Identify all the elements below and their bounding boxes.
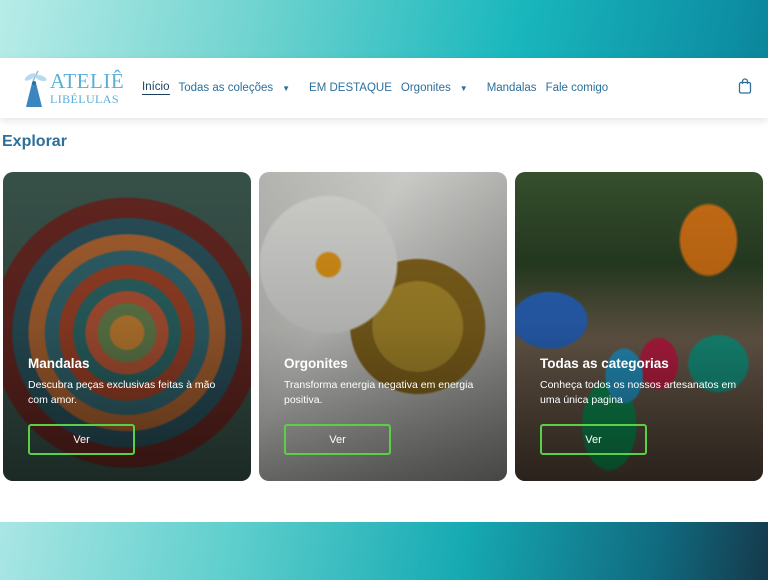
card-description: Transforma energia negativa em energia p… xyxy=(284,379,474,406)
logo-line-2: LIBÉLULAS xyxy=(50,92,119,106)
category-cards: Mandalas Descubra peças exclusivas feita… xyxy=(3,172,763,481)
card-content: Orgonites Transforma energia negativa em… xyxy=(284,356,484,408)
card-title: Orgonites xyxy=(284,356,348,371)
card-todas-categorias[interactable]: Todas as categorias Conheça todos os nos… xyxy=(515,172,763,481)
nav-item-inicio[interactable]: Início xyxy=(142,81,170,95)
nav-item-em-destaque[interactable]: EM DESTAQUE xyxy=(309,82,392,94)
ver-todas-categorias-button[interactable]: Ver xyxy=(540,424,647,455)
nav-item-todas-colecoes[interactable]: Todas as coleções ▼ xyxy=(179,82,301,94)
section-title: Explorar xyxy=(2,133,67,150)
ver-mandalas-button[interactable]: Ver xyxy=(28,424,135,455)
nav-item-label: Todas as coleções xyxy=(178,82,274,94)
page: ATELIÊ LIBÉLULAS Início Todas as coleçõe… xyxy=(0,58,768,522)
nav-item-label: Orgonites xyxy=(400,82,451,94)
nav-item-fale-comigo[interactable]: Fale comigo xyxy=(546,82,609,94)
site-header: ATELIÊ LIBÉLULAS Início Todas as coleçõe… xyxy=(0,58,768,118)
card-description: Conheça todos os nossos artesanatos em u… xyxy=(540,379,737,406)
card-title: Mandalas xyxy=(28,356,90,371)
cart-button[interactable] xyxy=(738,78,752,99)
shopping-bag-icon xyxy=(738,78,752,94)
main-nav: Início Todas as coleções ▼ EM DESTAQUE O… xyxy=(142,81,617,95)
card-orgonites[interactable]: Orgonites Transforma energia negativa em… xyxy=(259,172,507,481)
card-title: Todas as categorias xyxy=(540,356,669,371)
footer-gradient-band xyxy=(0,522,768,580)
card-content: Todas as categorias Conheça todos os nos… xyxy=(540,356,740,408)
logo-line-1: ATELIÊ xyxy=(50,69,125,93)
dragonfly-icon xyxy=(24,70,47,107)
site-logo[interactable]: ATELIÊ LIBÉLULAS xyxy=(22,65,124,111)
card-mandalas[interactable]: Mandalas Descubra peças exclusivas feita… xyxy=(3,172,251,481)
caret-down-icon: ▼ xyxy=(282,83,291,93)
card-content: Mandalas Descubra peças exclusivas feita… xyxy=(28,356,228,408)
nav-item-mandalas[interactable]: Mandalas xyxy=(487,82,537,94)
card-description: Descubra peças exclusivas feitas à mão c… xyxy=(28,379,216,406)
ver-orgonites-button[interactable]: Ver xyxy=(284,424,391,455)
nav-item-orgonites[interactable]: Orgonites ▼ xyxy=(401,82,478,94)
caret-down-icon: ▼ xyxy=(459,83,468,93)
logo-wordmark: ATELIÊ LIBÉLULAS xyxy=(50,69,125,106)
